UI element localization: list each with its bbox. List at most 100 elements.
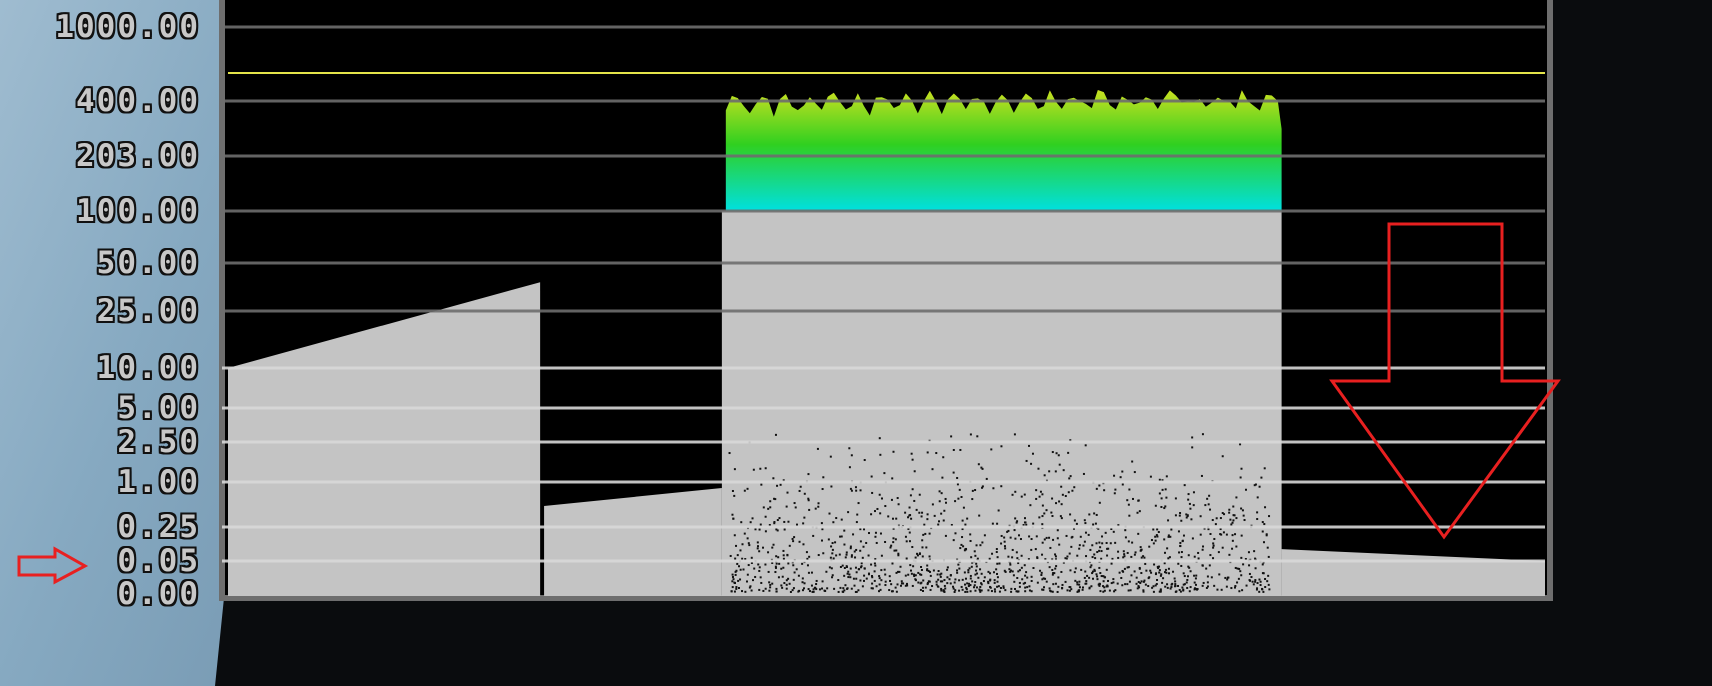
noise-dot	[1168, 568, 1170, 570]
noise-dot	[915, 557, 917, 559]
noise-dot	[1049, 547, 1051, 549]
noise-dot	[945, 498, 947, 500]
noise-dot	[1170, 529, 1172, 531]
noise-dot	[1234, 514, 1236, 516]
noise-dot	[857, 589, 859, 591]
noise-dot	[847, 571, 849, 573]
noise-dot	[829, 566, 831, 568]
noise-dot	[792, 589, 794, 591]
noise-dot	[976, 573, 978, 575]
noise-dot	[1012, 549, 1014, 551]
noise-dot	[749, 585, 751, 587]
noise-dot	[879, 454, 881, 456]
noise-dot	[1241, 535, 1243, 537]
noise-dot	[1164, 562, 1166, 564]
noise-dot	[966, 591, 968, 593]
noise-dot	[1084, 541, 1086, 543]
noise-dot	[959, 449, 961, 451]
noise-dot	[1209, 554, 1211, 556]
noise-dot	[909, 507, 911, 509]
noise-dot	[1179, 542, 1181, 544]
noise-dot	[1004, 589, 1006, 591]
noise-dot	[952, 586, 954, 588]
noise-dot	[734, 558, 736, 560]
noise-dot	[780, 484, 782, 486]
noise-dot	[1070, 475, 1072, 477]
noise-dot	[974, 555, 976, 557]
noise-dot	[1127, 552, 1129, 554]
noise-dot	[1191, 436, 1193, 438]
noise-dot	[864, 567, 866, 569]
noise-dot	[1000, 587, 1002, 589]
noise-dot	[1222, 547, 1224, 549]
noise-dot	[1085, 580, 1087, 582]
noise-dot	[1061, 584, 1063, 586]
noise-dot	[1014, 529, 1016, 531]
noise-dot	[1235, 567, 1237, 569]
noise-dot	[1032, 567, 1034, 569]
noise-dot	[833, 557, 835, 559]
noise-dot	[954, 589, 956, 591]
noise-dot	[1136, 583, 1138, 585]
noise-dot	[1260, 477, 1262, 479]
noise-dot	[1202, 545, 1204, 547]
noise-dot	[1162, 489, 1164, 491]
noise-dot	[1004, 541, 1006, 543]
noise-dot	[1019, 569, 1021, 571]
noise-dot	[879, 577, 881, 579]
noise-dot	[1099, 546, 1101, 548]
noise-dot	[1175, 591, 1177, 593]
noise-dot	[1024, 517, 1026, 519]
noise-dot	[958, 579, 960, 581]
noise-dot	[796, 568, 798, 570]
noise-dot	[982, 468, 984, 470]
noise-dot	[733, 495, 735, 497]
noise-dot	[922, 579, 924, 581]
noise-dot	[1189, 508, 1191, 510]
noise-dot	[1262, 531, 1264, 533]
noise-dot	[1026, 460, 1028, 462]
noise-dot	[1243, 515, 1245, 517]
noise-dot	[1180, 520, 1182, 522]
noise-dot	[1148, 577, 1150, 579]
noise-dot	[1260, 581, 1262, 583]
noise-dot	[1193, 504, 1195, 506]
noise-dot	[884, 584, 886, 586]
noise-dot	[921, 512, 923, 514]
noise-dot	[912, 585, 914, 587]
noise-dot	[1158, 531, 1160, 533]
noise-dot	[1044, 578, 1046, 580]
noise-dot	[741, 590, 743, 592]
noise-dot	[1234, 533, 1236, 535]
noise-dot	[939, 574, 941, 576]
noise-dot	[898, 503, 900, 505]
noise-dot	[846, 551, 848, 553]
noise-dot	[780, 584, 782, 586]
noise-dot	[986, 478, 988, 480]
noise-dot	[844, 567, 846, 569]
noise-dot	[926, 565, 928, 567]
noise-dot	[878, 575, 880, 577]
noise-dot	[798, 590, 800, 592]
noise-dot	[739, 578, 741, 580]
noise-dot	[1156, 583, 1158, 585]
noise-dot	[783, 558, 785, 560]
noise-dot	[1082, 545, 1084, 547]
noise-dot	[953, 539, 955, 541]
noise-dot	[926, 518, 928, 520]
noise-dot	[786, 492, 788, 494]
noise-dot	[1262, 563, 1264, 565]
noise-dot	[1189, 590, 1191, 592]
noise-dot	[866, 578, 868, 580]
noise-dot	[799, 541, 801, 543]
noise-dot	[1026, 586, 1028, 588]
noise-dot	[919, 573, 921, 575]
noise-dot	[783, 582, 785, 584]
noise-dot	[1232, 534, 1234, 536]
noise-dot	[1052, 451, 1054, 453]
noise-dot	[1043, 512, 1045, 514]
noise-dot	[1014, 588, 1016, 590]
noise-dot	[927, 451, 929, 453]
noise-dot	[971, 498, 973, 500]
noise-dot	[1075, 567, 1077, 569]
